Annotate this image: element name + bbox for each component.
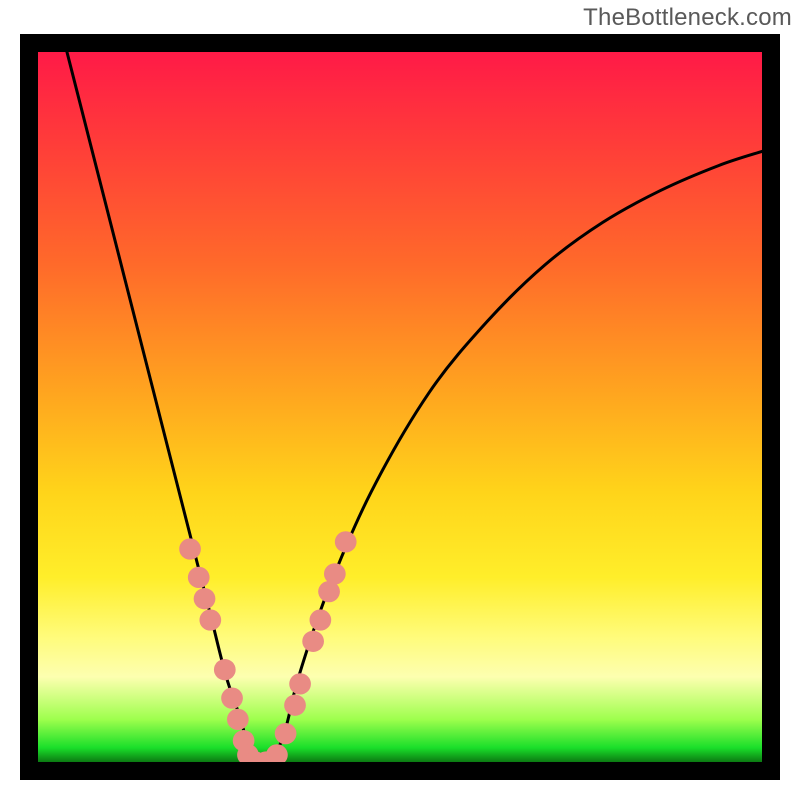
highlight-point [310,609,332,630]
highlight-point [188,567,210,588]
highlight-point [179,538,201,559]
plot-area [38,52,762,762]
watermark-label: TheBottleneck.com [583,4,792,32]
highlight-point [266,744,288,762]
highlight-point [199,609,221,630]
marker-group [179,531,356,762]
highlight-point [284,695,306,716]
highlight-point [335,531,357,552]
bottleneck-curve [67,52,762,762]
highlight-point [194,588,216,609]
highlight-point [275,723,297,744]
highlight-point [289,673,311,694]
highlight-point [214,659,236,680]
highlight-point [302,631,324,652]
highlight-point [227,709,249,730]
highlight-point [221,687,243,708]
curve-layer [38,52,762,762]
chart-container: TheBottleneck.com [0,0,800,800]
plot-frame [20,34,780,780]
highlight-point [324,563,346,584]
